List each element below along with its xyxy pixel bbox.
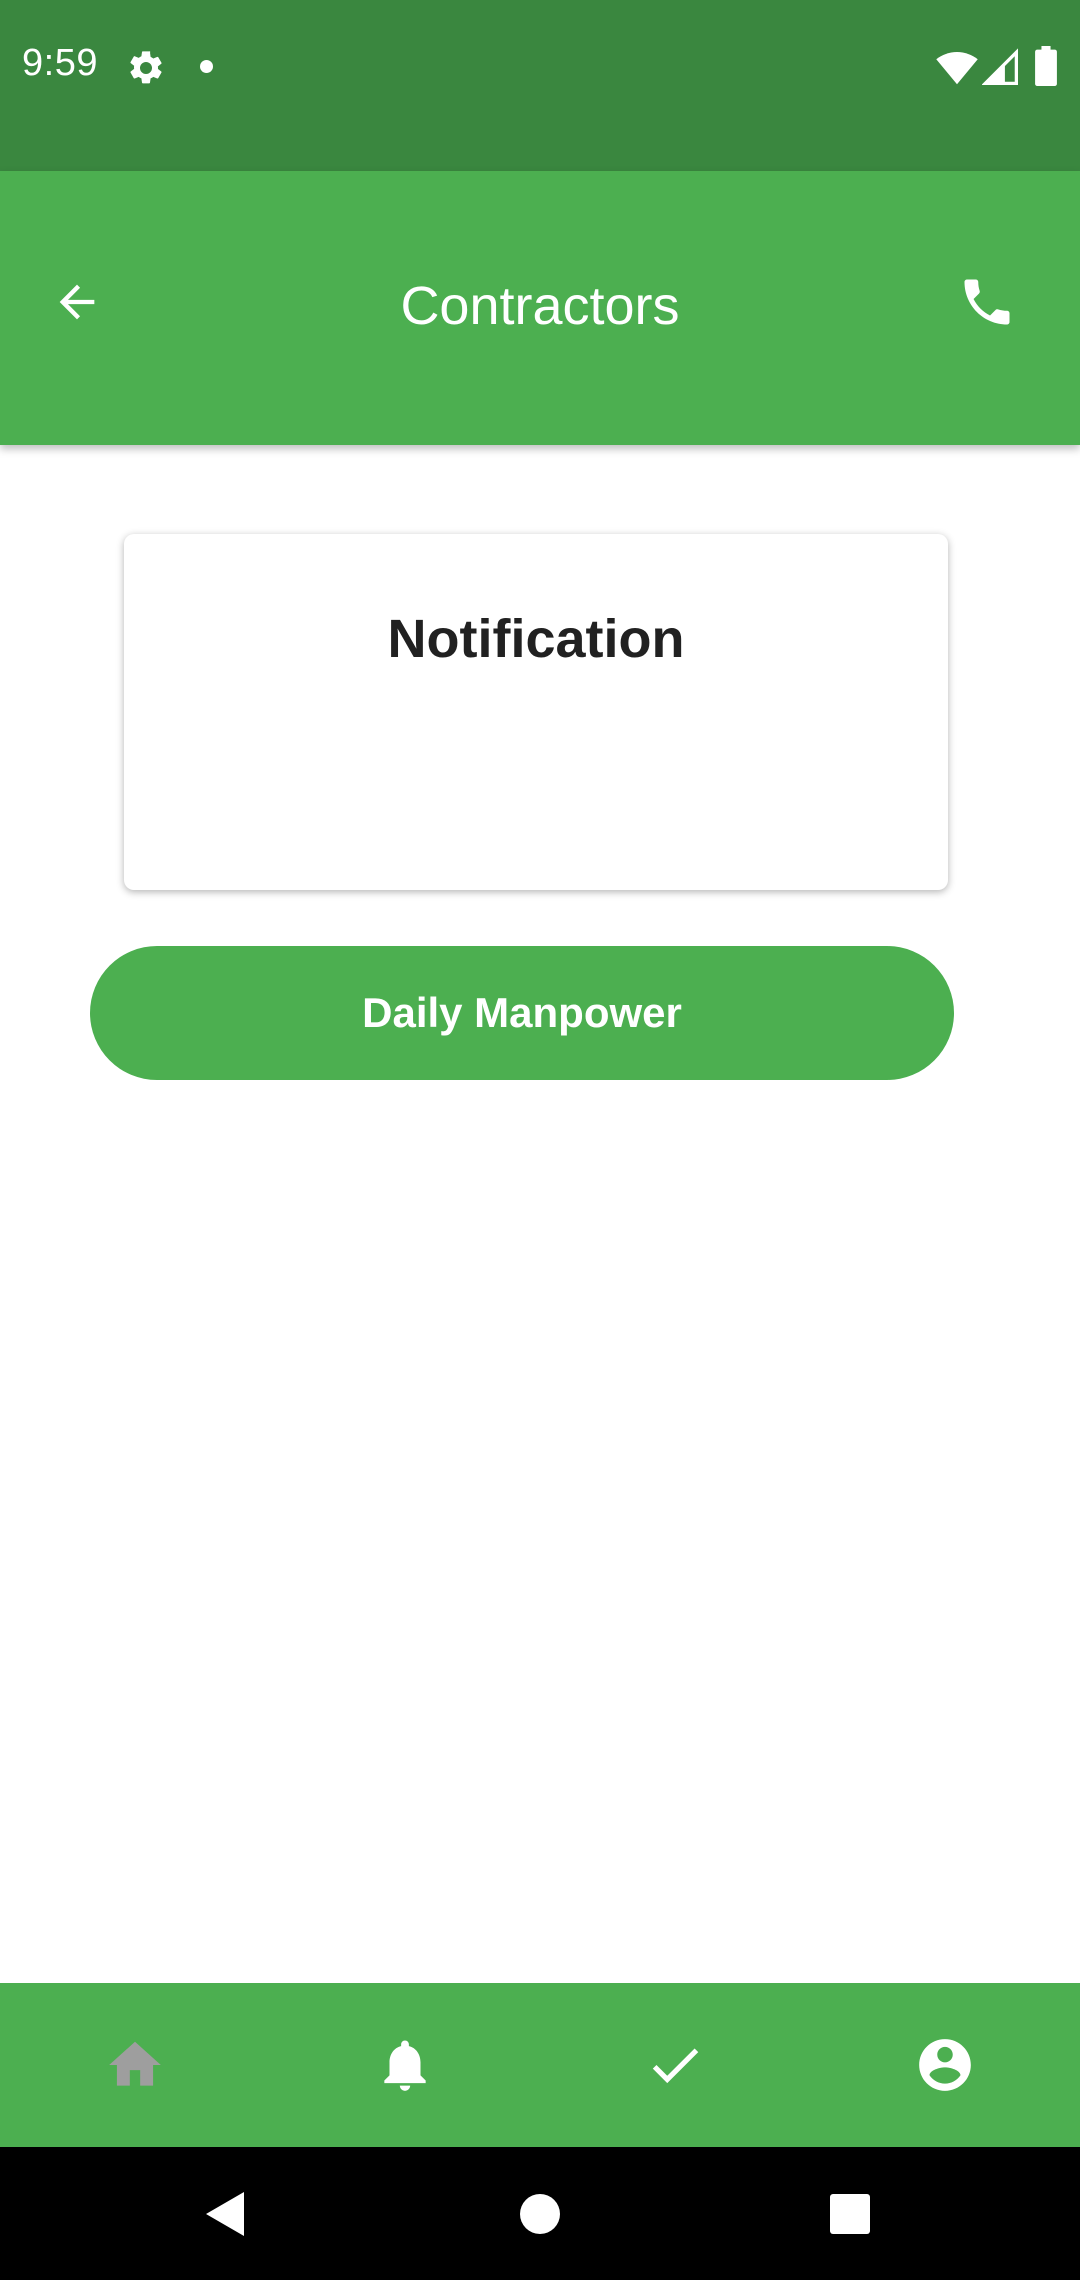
- app-bar: Contractors: [0, 171, 1080, 445]
- page-title: Contractors: [400, 276, 680, 336]
- phone-icon: [964, 279, 1010, 325]
- bell-icon: [384, 2040, 426, 2091]
- check-icon: [652, 2048, 699, 2084]
- account-circle-icon: [919, 2039, 971, 2091]
- nav-home[interactable]: [0, 1983, 270, 2147]
- call-button[interactable]: [950, 265, 1024, 339]
- battery-icon: [1035, 46, 1057, 86]
- daily-manpower-button[interactable]: Daily Manpower: [90, 946, 954, 1080]
- nav-profile[interactable]: [810, 1983, 1080, 2147]
- system-home-button[interactable]: [480, 2147, 600, 2280]
- system-recents-button[interactable]: [790, 2147, 910, 2280]
- system-back-button[interactable]: [166, 2147, 286, 2280]
- notification-dot-icon: [200, 60, 213, 73]
- system-navigation-bar: [0, 2147, 1080, 2280]
- notification-title: Notification: [387, 609, 685, 669]
- recents-square-icon: [830, 2193, 870, 2234]
- cellular-signal-icon: [982, 48, 1018, 85]
- nav-notifications[interactable]: [270, 1983, 540, 2147]
- nav-tasks[interactable]: [540, 1983, 810, 2147]
- back-triangle-icon: [206, 2191, 244, 2236]
- settings-icon: [130, 51, 162, 84]
- bottom-navigation: [0, 1983, 1080, 2147]
- screen: 9:59 Contractors Notification Daily Manp…: [0, 0, 1080, 2280]
- home-circle-icon: [520, 2193, 560, 2234]
- status-bar: 9:59: [0, 0, 1080, 171]
- wifi-icon: [936, 51, 978, 85]
- home-icon: [109, 2041, 161, 2086]
- notification-card[interactable]: Notification: [124, 534, 948, 890]
- status-time: 9:59: [22, 42, 98, 84]
